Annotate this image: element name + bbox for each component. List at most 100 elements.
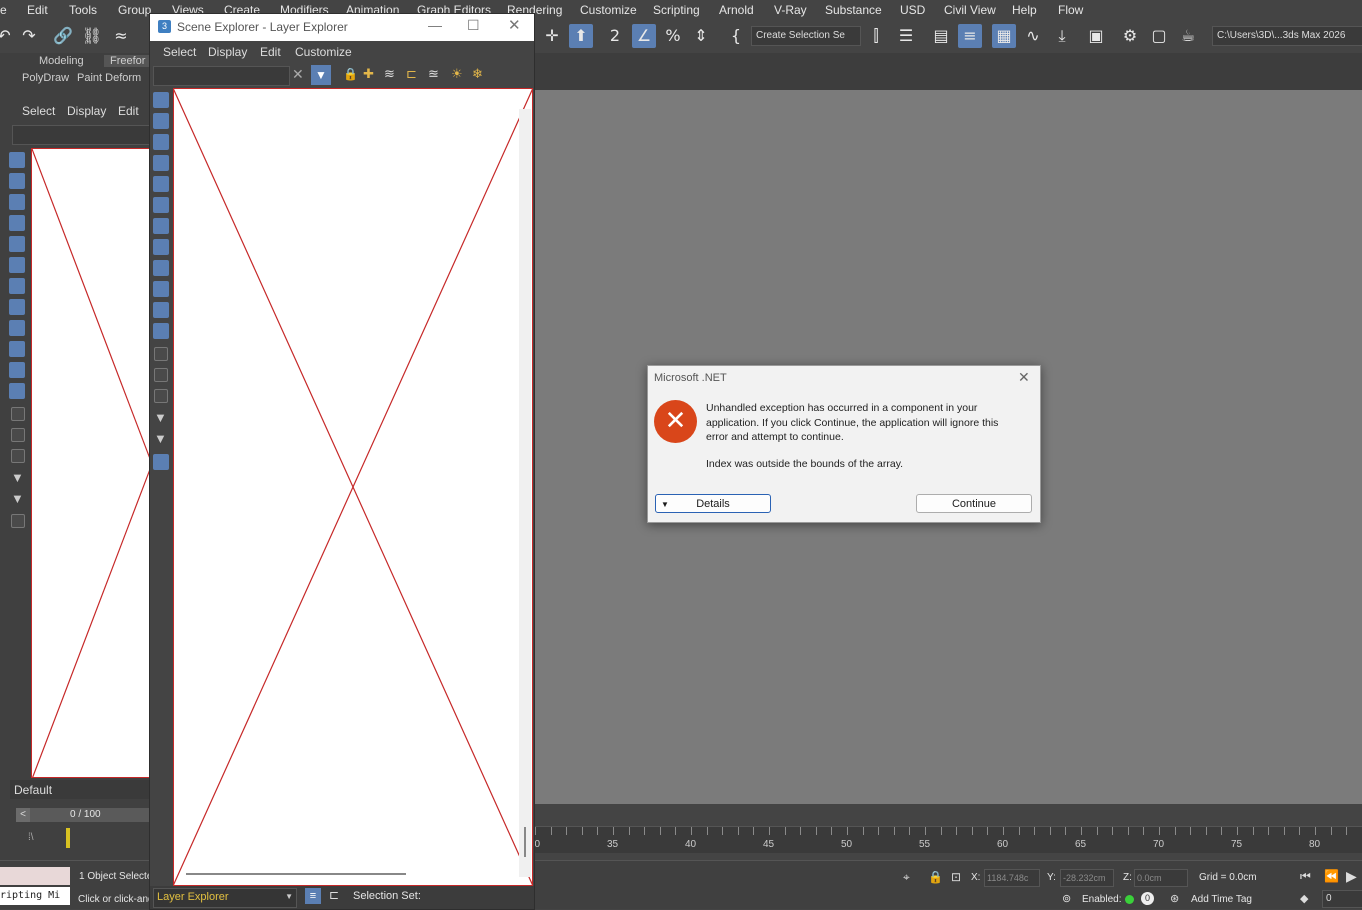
toggle-ribbon-icon[interactable]: ▦ (992, 24, 1016, 48)
bind-space-warp-icon[interactable]: ≈ (109, 24, 133, 48)
containers-filter-icon[interactable] (9, 341, 25, 357)
scene-menu-customize[interactable]: Customize (295, 45, 352, 59)
hierarchy-icon[interactable]: ⊏ (406, 66, 417, 82)
previous-frame-icon[interactable]: ⏪ (1324, 869, 1339, 883)
bones-filter-icon[interactable] (9, 320, 25, 336)
cameras-filter-icon[interactable] (9, 215, 25, 231)
schematic-view-icon[interactable]: ⤓ (1050, 24, 1074, 48)
shapes-filter-icon[interactable] (9, 173, 25, 189)
absolute-mode-icon[interactable]: ⊡ (951, 870, 961, 884)
mini-curve-icon[interactable]: ⁞\ (28, 832, 34, 843)
groups-filter-icon[interactable] (9, 278, 25, 294)
percent-snap-icon[interactable]: % (661, 24, 685, 48)
menu-substance[interactable]: Substance (825, 3, 882, 17)
menu-tools[interactable]: Tools (69, 3, 97, 17)
clear-search-icon[interactable]: ✕ (292, 66, 304, 83)
menu-vray[interactable]: V-Ray (774, 3, 807, 17)
move-icon[interactable]: ✛ (540, 24, 564, 48)
redo-icon[interactable]: ↷ (17, 24, 41, 48)
scene-space-warps-filter-icon[interactable] (153, 197, 169, 213)
scene-filter-funnel-yellow-icon[interactable]: ▼ (154, 431, 167, 446)
maximize-icon[interactable]: ☐ (467, 17, 480, 34)
lights-filter-icon[interactable] (9, 194, 25, 210)
enabled-status-dot[interactable] (1125, 895, 1134, 904)
frozen-filter-icon[interactable] (9, 362, 25, 378)
current-frame-field[interactable]: 0 (1322, 890, 1362, 908)
scene-lights-filter-icon[interactable] (153, 134, 169, 150)
enabled-zero-icon[interactable]: 0 (1141, 892, 1154, 905)
curve-editor-icon[interactable]: ∿ (1021, 24, 1045, 48)
close-icon[interactable]: ✕ (508, 16, 521, 34)
helpers-filter-icon[interactable] (9, 236, 25, 252)
menu-group[interactable]: Group (118, 3, 151, 17)
z-coordinate-field[interactable]: 0.0cm (1134, 869, 1188, 887)
scene-shapes-filter-icon[interactable] (153, 113, 169, 129)
menu-usd[interactable]: USD (900, 3, 925, 17)
scene-xrefs-filter-icon[interactable] (153, 239, 169, 255)
lock-icon[interactable]: 🔒 (343, 67, 358, 81)
align-icon[interactable]: ☰ (894, 24, 918, 48)
play-icon[interactable]: ▶ (1346, 868, 1357, 885)
geometry-filter-icon[interactable] (9, 152, 25, 168)
back-layer-field[interactable]: Default (10, 780, 150, 799)
hierarchy-toggle-icon[interactable]: ⊏ (329, 888, 339, 902)
material-editor-icon[interactable]: ▣ (1084, 24, 1108, 48)
scene-display-all-icon[interactable] (154, 347, 168, 361)
selection-lock-icon[interactable]: 🔒 (928, 870, 943, 884)
toggle-scene-explorer-icon[interactable]: ▤ (929, 24, 953, 48)
scene-explorer-titlebar[interactable]: 3 Scene Explorer - Layer Explorer — ☐ ✕ (150, 14, 534, 41)
mini-listener-pink[interactable] (0, 867, 70, 885)
scene-helpers-filter-icon[interactable] (153, 176, 169, 192)
render-setup-icon[interactable]: ⚙ (1118, 24, 1142, 48)
display-none-icon[interactable] (11, 428, 25, 442)
menu-scripting[interactable]: Scripting (653, 3, 700, 17)
hidden-filter-icon[interactable] (9, 383, 25, 399)
scene-lock-toolbar-icon[interactable] (153, 454, 169, 470)
layers-icon[interactable]: ≋ (384, 66, 395, 82)
menu-flow[interactable]: Flow (1058, 3, 1083, 17)
details-button[interactable]: ▼ Details (655, 494, 771, 513)
key-mode-icon[interactable]: ◆ (1300, 892, 1308, 905)
scene-geometry-filter-icon[interactable] (153, 92, 169, 108)
layer-explorer-icon[interactable]: ≡ (305, 888, 321, 904)
scene-search-field[interactable] (153, 66, 290, 86)
scene-display-invert-icon[interactable] (154, 389, 168, 403)
scene-bones-filter-icon[interactable] (153, 260, 169, 276)
scene-cameras-filter-icon[interactable] (153, 155, 169, 171)
display-invert-icon[interactable] (11, 449, 25, 463)
lock-toolbar-icon[interactable] (11, 514, 25, 528)
scene-frozen-filter-icon[interactable] (153, 302, 169, 318)
time-slider[interactable]: < 0 / 100 (16, 808, 150, 822)
ribbon-subtab-polydraw[interactable]: PolyDraw (22, 72, 69, 84)
ribbon-subtab-paint-deform[interactable]: Paint Deform (77, 72, 141, 84)
back-menu-display[interactable]: Display (67, 104, 106, 118)
project-folder-dropdown[interactable]: C:\Users\3D\...3ds Max 2026 (1212, 26, 1362, 46)
go-to-start-icon[interactable]: ⏮ (1300, 869, 1311, 884)
y-coordinate-field[interactable]: -28.232cm (1060, 869, 1114, 887)
scene-vertical-scrollbar[interactable] (519, 109, 531, 877)
filter-funnel-yellow-icon[interactable]: ▼ (11, 491, 24, 506)
add-time-tag[interactable]: Add Time Tag (1191, 894, 1252, 905)
scene-containers-filter-icon[interactable] (153, 281, 169, 297)
scene-display-none-icon[interactable] (154, 368, 168, 382)
scene-menu-display[interactable]: Display (208, 45, 247, 59)
stack-icon[interactable]: ≊ (428, 66, 439, 82)
toggle-layer-explorer-icon[interactable]: ≡ (958, 24, 982, 48)
back-explorer-pane[interactable] (31, 148, 150, 778)
mini-listener-field[interactable]: ripting Mi (0, 887, 70, 905)
x-coordinate-field[interactable]: 1184.748c (984, 869, 1040, 887)
timeline-ruler[interactable]: 3035404550556065707580 (532, 826, 1362, 853)
isolate-selection-icon[interactable]: ⌖ (903, 870, 910, 885)
scene-vertical-scroll-thumb[interactable] (524, 827, 526, 857)
ribbon-tab-freeform[interactable]: Freefor (104, 55, 151, 67)
menu-edit[interactable]: Edit (27, 3, 48, 17)
back-menu-select[interactable]: Select (22, 104, 55, 118)
minimize-icon[interactable]: — (428, 17, 442, 33)
filter-funnel-icon[interactable]: ▼ (11, 470, 24, 485)
select-and-place-icon[interactable]: ⬆ (569, 24, 593, 48)
ribbon-tab-modeling[interactable]: Modeling (39, 55, 84, 67)
scene-hidden-filter-icon[interactable] (153, 323, 169, 339)
continue-button[interactable]: Continue (916, 494, 1032, 513)
scene-menu-edit[interactable]: Edit (260, 45, 281, 59)
edit-named-selection-icon[interactable]: { (724, 24, 748, 48)
